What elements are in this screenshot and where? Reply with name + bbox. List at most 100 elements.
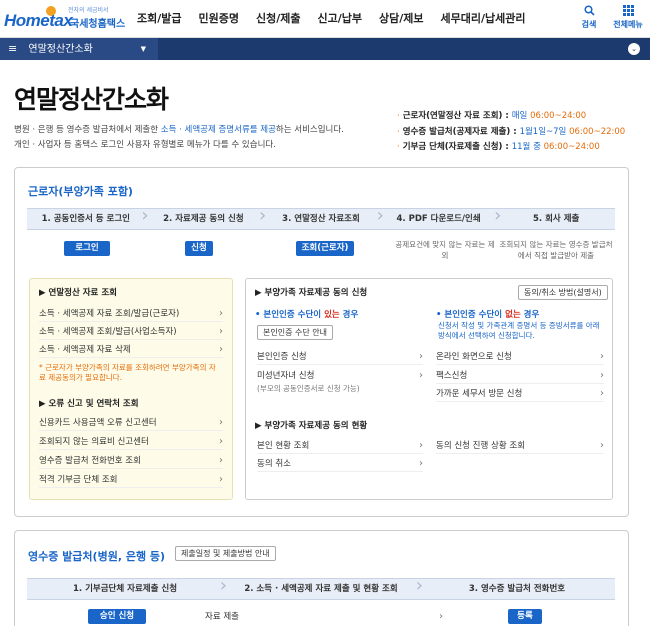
register-button[interactable]: 등록 (508, 609, 542, 624)
link-data-submit[interactable]: 자료 제출 › (205, 609, 443, 625)
panel-heading: ▶ 부양가족 자료제공 동의 신청 (255, 288, 368, 298)
sub-nav-menu[interactable]: ≡ 연말정산간소화 ▼ (0, 38, 158, 60)
link-label: 본인 현황 조회 (257, 441, 310, 451)
link-label: 자료 제출 (205, 612, 239, 622)
link-self-cert-apply[interactable]: 본인인증 신청 › (257, 349, 423, 365)
dependent-note: * 근로자가 부양가족의 자료를 조회하려면 부양가족의 자료 제공동의가 필요… (39, 363, 216, 382)
intro-text-b: 하는 서비스입니다. (275, 125, 344, 135)
chevron-right-icon: › (219, 344, 223, 355)
no-cert-heading: • 본인인증 수단이 없는 경우 (436, 310, 540, 320)
gnb-report-pay[interactable]: 신고/납부 (317, 0, 362, 38)
link-label: 소득 · 세액공제 자료 삭제 (39, 345, 131, 355)
link-fax-apply[interactable]: 팩스신청 › (436, 368, 604, 384)
query-worker-button[interactable]: 조회(근로자) (296, 241, 354, 256)
cert-guide-button[interactable]: 본인인증 수단 안내 (257, 325, 333, 340)
link-label: 미성년자녀 신청 (257, 371, 315, 381)
link-consent-cancel[interactable]: 동의 취소 › (257, 456, 423, 472)
service-schedule: · 근로자(연말정산 자료 조회) : 매일 06:00~24:00 · 영수증 발… (397, 109, 625, 156)
chevron-right-icon: › (419, 370, 423, 381)
submission-guide-button[interactable]: 제출일정 및 제출방법 안내 (175, 546, 276, 561)
issuer-step-3: 3. 영수증 발급처 전화번호 (468, 584, 566, 594)
gnb-tax-agent[interactable]: 세무대리/납세관리 (440, 0, 525, 38)
link-query-business[interactable]: 소득 · 세액공제 조회/발급(사업소득자) › (39, 324, 223, 340)
gnb-query-issue[interactable]: 조회/발급 (137, 0, 182, 38)
link-label: 적격 기부금 단체 조회 (39, 475, 118, 485)
link-label: 동의 취소 (257, 459, 291, 469)
link-label: 팩스신청 (436, 371, 468, 381)
approval-request-button[interactable]: 승인 신청 (88, 609, 146, 624)
chevron-right-icon: › (219, 455, 223, 466)
dropdown-triangle-icon: ▼ (140, 45, 146, 53)
panel-heading-text: 오류 신고 및 연락처 조회 (48, 399, 139, 409)
issuer-steps: 1. 기부금단체 자료제출 신청 2. 소득 · 세액공제 자료 제출 및 현황… (27, 576, 615, 600)
link-issuer-phone[interactable]: 영수증 발급처 전화번호 조회 › (39, 453, 223, 469)
consent-guide-button[interactable]: 동의/취소 방법(설명서) (518, 285, 608, 300)
link-medical-report[interactable]: 조회되지 않는 의료비 신고센터 › (39, 434, 223, 450)
panel-heading-text: 부양가족 자료제공 동의 현황 (264, 421, 368, 431)
apply-consent-button[interactable]: 신청 (185, 241, 213, 256)
schedule-time: 06:00~22:00 (569, 126, 626, 137)
schedule-label: 기부금 단체(자료제출 신청) : (402, 142, 512, 152)
link-label: 소득 · 세액공제 조회/발급(사업소득자) (39, 327, 177, 337)
minor-apply-note: (부모의 공동인증서로 신청 가능) (257, 384, 360, 393)
worker-step-1: 1. 공동인증서 등 로그인 (27, 206, 149, 229)
schedule-time: 06:00~24:00 (530, 111, 587, 121)
all-menu-label: 전체메뉴 (613, 20, 643, 29)
issuer-section: 영수증 발급처(병원, 은행 등) 제출일정 및 제출방법 안내 1. 기부금단… (14, 530, 629, 626)
link-label: 본인인증 신청 (257, 352, 307, 362)
link-label: 온라인 화면으로 신청 (436, 352, 512, 362)
worker-step-4: 4. PDF 다운로드/인쇄 (380, 206, 500, 229)
link-card-error[interactable]: 신용카드 사용금액 오류 신고센터 › (39, 415, 223, 431)
grid-menu-icon (608, 5, 648, 19)
schedule-row: · 근로자(연말정산 자료 조회) : 매일 06:00~24:00 (397, 111, 587, 121)
no-cert-emphasis: 없는 (505, 310, 521, 320)
link-label: 영수증 발급처 전화번호 조회 (39, 456, 141, 466)
link-donation-org[interactable]: 적격 기부금 단체 조회 › (39, 472, 223, 488)
login-button[interactable]: 로그인 (64, 241, 110, 256)
link-delete-data[interactable]: 소득 · 세액공제 자료 삭제 › (39, 342, 223, 358)
all-menu-button[interactable]: 전체메뉴 (608, 5, 648, 30)
chevron-down-icon[interactable]: ⌄ (628, 43, 640, 55)
link-label: 동의 신청 진행 상황 조회 (436, 441, 526, 451)
chevron-right-icon: › (419, 351, 423, 362)
has-cert-suffix: 경우 (339, 310, 359, 320)
no-cert-suffix: 경우 (520, 310, 540, 320)
link-self-status[interactable]: 본인 현황 조회 › (257, 438, 423, 454)
chevron-right-icon: › (600, 388, 604, 399)
logo-main-text: Hometax (4, 11, 73, 30)
global-nav: 조회/발급 민원증명 신청/제출 신고/납부 상담/제보 세무대리/납세관리 (137, 0, 542, 38)
gnb-civil-cert[interactable]: 민원증명 (199, 0, 239, 38)
link-office-visit[interactable]: 가까운 세무서 방문 신청 › (436, 386, 604, 402)
chevron-right-icon: › (600, 351, 604, 362)
link-label: 조회되지 않는 의료비 신고센터 (39, 437, 149, 447)
intro-text: 병원 · 은행 등 영수증 발급처에서 제출한 소득 · 세액공제 증명서류를 … (14, 123, 394, 153)
schedule-date: 1월1일~7일 (519, 126, 567, 137)
step4-note: 공제요건에 맞지 않는 자료는 제외 (395, 240, 495, 260)
intro-highlight: 소득 · 세액공제 증명서류를 제공 (160, 125, 276, 135)
panel-heading: ▶ 연말정산 자료 조회 (39, 288, 117, 298)
issuer-step-1: 1. 기부금단체 자료제출 신청 (27, 576, 227, 599)
chevron-right-icon: › (219, 308, 223, 319)
link-query-worker[interactable]: 소득 · 세액공제 자료 조회/발급(근로자) › (39, 306, 223, 322)
chevron-right-icon: › (219, 436, 223, 447)
panel-heading: ▶ 부양가족 자료제공 동의 현황 (255, 421, 368, 431)
hometax-logo[interactable]: Hometax 전자의 세금비서 국세청홈택스 (4, 3, 126, 35)
link-online-apply[interactable]: 온라인 화면으로 신청 › (436, 349, 604, 365)
logo-name-text: 국세청홈택스 (70, 19, 126, 30)
panel-heading-text: 연말정산 자료 조회 (48, 288, 117, 298)
search-button[interactable]: 검색 (569, 5, 609, 30)
hamburger-icon: ≡ (8, 42, 18, 55)
link-progress-status[interactable]: 동의 신청 진행 상황 조회 › (436, 438, 604, 454)
intro-text-a: 병원 · 은행 등 영수증 발급처에서 제출한 (14, 125, 161, 135)
chevron-right-icon: › (219, 417, 223, 428)
has-cert-heading: • 본인인증 수단이 있는 경우 (255, 310, 359, 320)
chevron-right-icon: › (219, 326, 223, 337)
schedule-date: 11월 중 (511, 142, 541, 152)
sub-nav-bar: ≡ 연말정산간소화 ▼ ⌄ (0, 38, 650, 60)
link-label: 가까운 세무서 방문 신청 (436, 389, 523, 399)
issuer-step-2: 2. 소득 · 세액공제 자료 제출 및 현황 조회 (223, 576, 423, 599)
gnb-apply-submit[interactable]: 신청/제출 (256, 0, 301, 38)
link-minor-apply[interactable]: 미성년자녀 신청 › (257, 368, 423, 384)
gnb-consult-report[interactable]: 상담/제보 (379, 0, 424, 38)
search-icon (569, 5, 609, 19)
